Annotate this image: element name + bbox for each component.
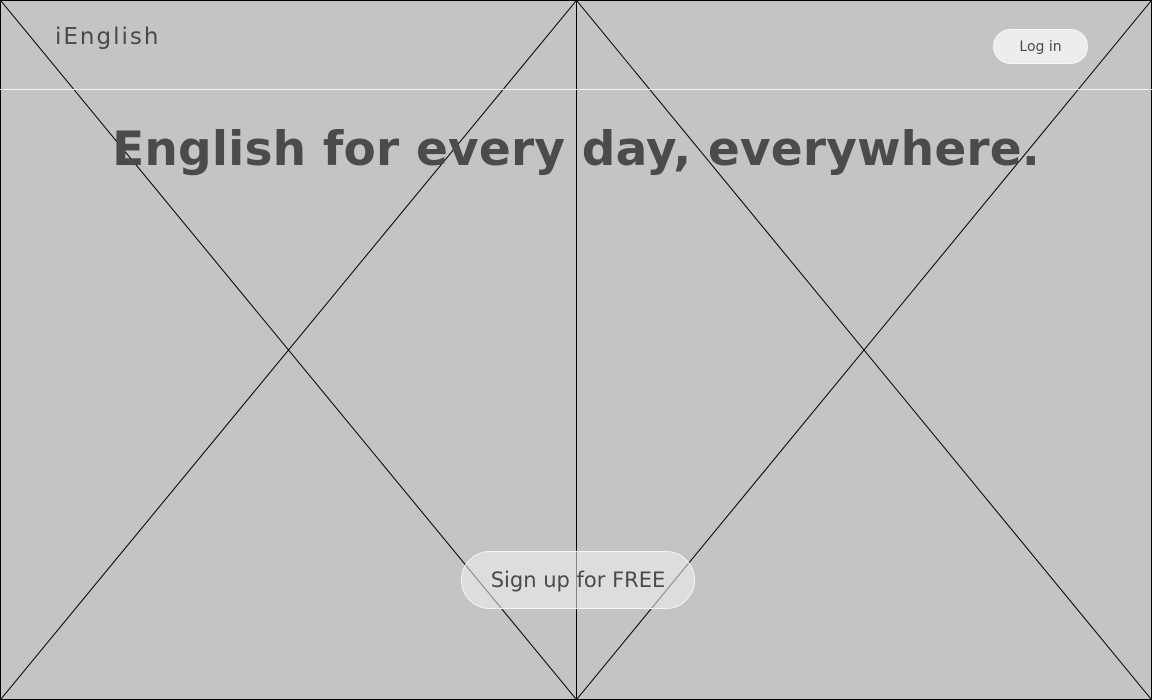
hero-headline: English for every day, everywhere.	[112, 122, 1040, 177]
login-button[interactable]: Log in	[993, 29, 1088, 64]
signup-free-button[interactable]: Sign up for FREE	[461, 551, 695, 609]
site-header: iEnglish Log in	[0, 0, 1152, 90]
brand-logo[interactable]: iEnglish	[55, 24, 160, 50]
